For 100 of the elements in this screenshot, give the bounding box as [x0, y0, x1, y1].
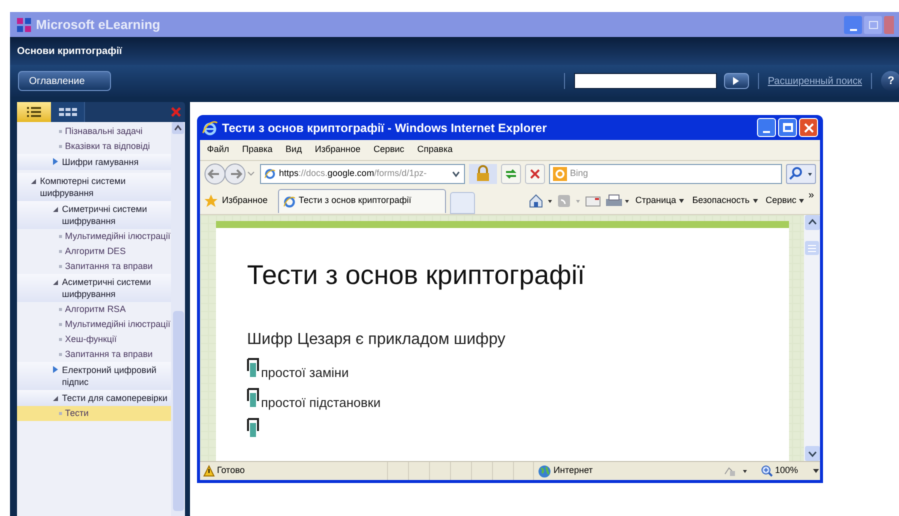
- menu-item[interactable]: Справка: [417, 143, 453, 157]
- command-menu[interactable]: Безопасность: [692, 194, 758, 208]
- course-title: Основи криптографії: [17, 44, 122, 58]
- scroll-thumb[interactable]: [172, 311, 184, 511]
- list-icon: [27, 107, 41, 117]
- option-label: простої підстановки: [261, 396, 381, 410]
- command-menu[interactable]: Сервис: [766, 194, 804, 208]
- expanded-arrow-icon: [53, 396, 58, 401]
- tree-page[interactable]: Алгоритм DES: [17, 244, 171, 259]
- view-tab[interactable]: [17, 102, 51, 122]
- tree-topic[interactable]: Електроний цифровий підпис: [17, 362, 171, 390]
- expanded-arrow-icon: [53, 207, 58, 212]
- tree-topic[interactable]: Асиметричні системи шифрування: [17, 274, 171, 302]
- ie-logo-icon: [282, 194, 296, 208]
- bullet-icon: [59, 250, 62, 253]
- window-title: Тести з основ криптографії - Windows Internet Explorer: [222, 120, 547, 136]
- scroll-up-icon[interactable]: [804, 215, 820, 230]
- play-arrow-icon: [733, 77, 740, 85]
- app-logo-icon: [16, 16, 32, 32]
- help-button[interactable]: ?: [881, 71, 899, 91]
- tree-page[interactable]: Хеш-функції: [17, 332, 171, 347]
- back-forward-buttons-icon[interactable]: [204, 163, 256, 185]
- scrollbar[interactable]: [804, 215, 820, 461]
- scroll-down-icon[interactable]: [804, 446, 820, 461]
- refresh-icon[interactable]: [501, 164, 521, 184]
- menu-item[interactable]: Сервис: [373, 143, 404, 157]
- search-field[interactable]: Bing: [549, 164, 782, 184]
- menu-item[interactable]: Правка: [242, 143, 273, 157]
- option-marker-icon[interactable]: [247, 418, 259, 437]
- tree-page[interactable]: Алгоритм RSA: [17, 302, 171, 317]
- printer-icon[interactable]: [605, 194, 632, 208]
- option-marker-icon[interactable]: [247, 388, 259, 407]
- home-icon[interactable]: [529, 194, 554, 208]
- scroll-thumb[interactable]: [805, 241, 819, 255]
- tree-page[interactable]: Вказівки та відповіді: [17, 139, 171, 154]
- maximize-button[interactable]: [778, 118, 797, 137]
- bullet-icon: [59, 130, 62, 133]
- page-icon: [264, 168, 276, 180]
- bullet-icon: [59, 145, 62, 148]
- minimize-button[interactable]: [757, 118, 776, 137]
- star-icon: [204, 194, 218, 208]
- address-text: https://docs.google.com/forms/d/1pz-: [279, 167, 428, 180]
- tree-topic[interactable]: Симетричні системи шифрування: [17, 201, 171, 229]
- bullet-icon: [59, 323, 62, 326]
- stop-icon[interactable]: [525, 164, 545, 184]
- ie-logo-icon: [202, 120, 218, 136]
- dropdown-arrow-icon: [679, 198, 684, 202]
- zoom-icon[interactable]: [761, 465, 773, 477]
- search-go-button[interactable]: [724, 73, 749, 89]
- bullet-icon: [59, 412, 62, 415]
- tree-topic[interactable]: Компютерні системи шифрування: [17, 173, 171, 201]
- menu-item[interactable]: Вид: [286, 143, 302, 157]
- question-text: Шифр Цезаря є прикладом шифру: [247, 330, 506, 350]
- minimize-button[interactable]: [844, 16, 862, 34]
- view-tab[interactable]: [51, 102, 85, 122]
- contents-button[interactable]: Оглавление: [18, 71, 111, 91]
- scrollbar[interactable]: [171, 122, 185, 516]
- close-button[interactable]: [799, 118, 818, 137]
- globe-icon: [538, 464, 551, 478]
- search-field[interactable]: [574, 73, 717, 89]
- maximize-button[interactable]: [864, 16, 882, 34]
- option-label: простої заміни: [261, 366, 349, 380]
- advanced-search-link[interactable]: Расширенный поиск: [768, 74, 862, 88]
- bullet-icon: [59, 338, 62, 341]
- command-menu[interactable]: Страница: [635, 194, 684, 208]
- zoom-level[interactable]: 100%: [775, 464, 798, 478]
- menu-item[interactable]: Файл: [207, 143, 230, 157]
- browser-tab[interactable]: Тести з основ криптографії: [278, 188, 446, 212]
- scroll-up-icon[interactable]: [172, 122, 184, 134]
- status-text: Готово: [216, 464, 246, 478]
- close-icon[interactable]: [171, 107, 181, 117]
- bing-logo-icon: [553, 167, 567, 181]
- expanded-arrow-icon: [53, 280, 58, 285]
- grid-icon: [58, 108, 76, 116]
- favorites-button[interactable]: Избранное: [222, 194, 268, 208]
- collapsed-arrow-icon: [53, 366, 58, 373]
- chevron-more-button[interactable]: »: [808, 188, 814, 203]
- search-input: Bing: [570, 167, 778, 181]
- tree-page[interactable]: Мультимедійні ілюстрації: [17, 317, 171, 332]
- mail-icon[interactable]: [585, 194, 602, 208]
- tree-page[interactable]: Запитання та вправи: [17, 347, 171, 362]
- dropdown-arrow-icon: [799, 198, 804, 202]
- close-icon: [804, 122, 814, 132]
- window-title: Microsoft eLearning: [36, 16, 160, 34]
- warning-icon: [203, 465, 215, 477]
- dropdown-arrow-icon[interactable]: [812, 467, 820, 475]
- search-button[interactable]: [786, 164, 816, 184]
- tree-page[interactable]: Пізнавальні задачі: [17, 124, 171, 139]
- address-field[interactable]: https://docs.google.com/forms/d/1pz-: [260, 164, 465, 184]
- tree-page[interactable]: Тести: [17, 406, 171, 421]
- lock-icon[interactable]: [469, 164, 497, 184]
- option-marker-icon[interactable]: [247, 358, 259, 377]
- tree-page[interactable]: Запитання та вправи: [17, 259, 171, 274]
- tree-topic[interactable]: Тести для самоперевірки: [17, 390, 171, 406]
- zone-text: Интернет: [554, 464, 594, 478]
- expanded-arrow-icon: [31, 179, 36, 184]
- tree-page[interactable]: Мультимедійні ілюстрації: [17, 229, 171, 244]
- menu-item[interactable]: Избранное: [314, 143, 360, 157]
- collapsed-arrow-icon: [53, 158, 58, 165]
- tree-topic[interactable]: Шифри гамування: [17, 154, 171, 170]
